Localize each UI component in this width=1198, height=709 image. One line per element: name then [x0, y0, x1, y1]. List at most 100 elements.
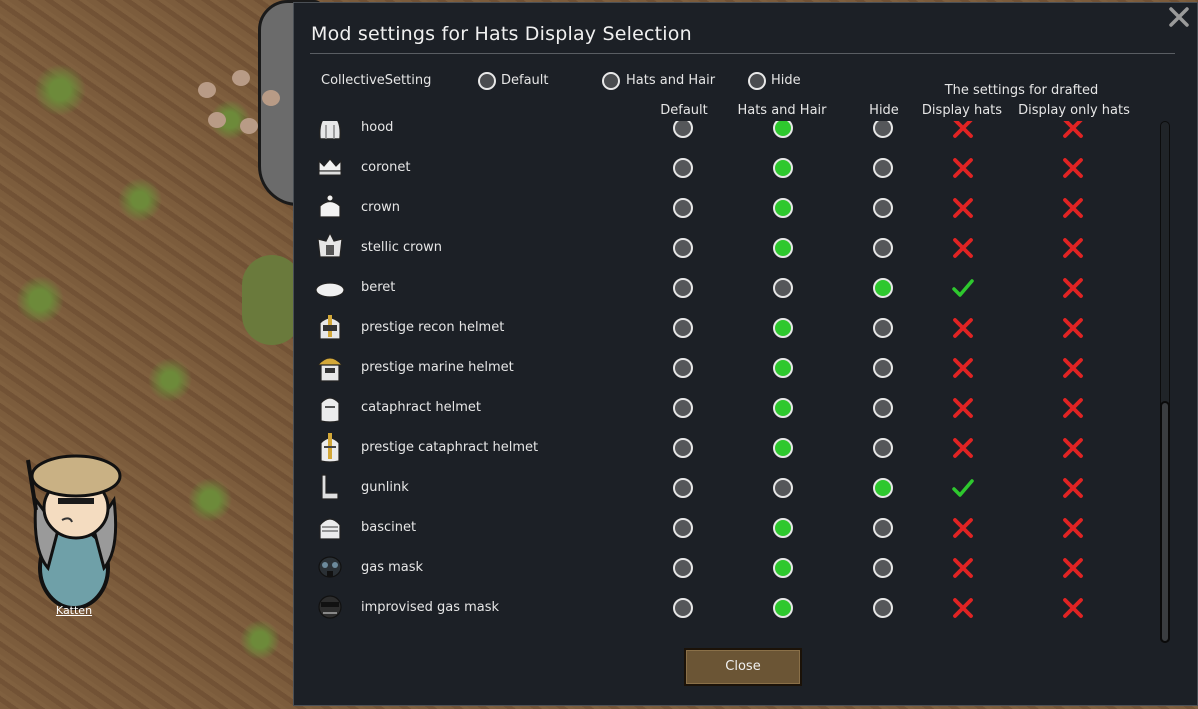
hat-label: beret [361, 280, 396, 295]
beret-display-only-hats-cross-icon[interactable] [1062, 277, 1084, 299]
prestige-marine-helmet-hats-and-hair-radio[interactable] [773, 358, 793, 378]
mod-settings-dialog: Mod settings for Hats Display Selection … [293, 2, 1198, 706]
stellic-crown-default-radio[interactable] [673, 238, 693, 258]
hood-default-radio[interactable] [673, 121, 693, 138]
hat-label: stellic crown [361, 240, 443, 255]
gas-mask-display-hats-cross-icon[interactable] [952, 557, 974, 579]
crown-display-only-hats-cross-icon[interactable] [1062, 197, 1084, 219]
prestige-recon-helmet-default-radio[interactable] [673, 318, 693, 338]
hood-display-hats-cross-icon[interactable] [952, 121, 974, 139]
beret-default-radio[interactable] [673, 278, 693, 298]
gas-mask-icon [318, 556, 342, 578]
improvised-gas-mask-hide-radio[interactable] [873, 598, 893, 618]
gunlink-display-only-hats-cross-icon[interactable] [1062, 477, 1084, 499]
prestige-recon-helmet-hats-and-hair-radio[interactable] [773, 318, 793, 338]
collective-default-label: Default [501, 73, 549, 88]
gas-mask-default-radio[interactable] [673, 558, 693, 578]
hat-row-cataphract-helmet: cataphract helmet [294, 387, 1154, 427]
prestige-marine-helmet-default-radio[interactable] [673, 358, 693, 378]
prestige-cataphract-helmet-icon [320, 433, 340, 463]
gunlink-default-radio[interactable] [673, 478, 693, 498]
beret-hide-radio[interactable] [873, 278, 893, 298]
coronet-hats-and-hair-radio[interactable] [773, 158, 793, 178]
gas-mask-display-only-hats-cross-icon[interactable] [1062, 557, 1084, 579]
cataphract-helmet-display-hats-cross-icon[interactable] [952, 397, 974, 419]
improvised-gas-mask-display-hats-cross-icon[interactable] [952, 597, 974, 619]
prestige-cataphract-helmet-display-only-hats-cross-icon[interactable] [1062, 437, 1084, 459]
crown-hide-radio[interactable] [873, 198, 893, 218]
hat-label: coronet [361, 160, 411, 175]
cataphract-helmet-hats-and-hair-radio[interactable] [773, 398, 793, 418]
bascinet-hats-and-hair-radio[interactable] [773, 518, 793, 538]
hat-settings-list: hood coronet crown stellic crown beret presti… [294, 121, 1154, 631]
hat-row-crown: crown [294, 187, 1154, 227]
stellic-crown-hide-radio[interactable] [873, 238, 893, 258]
stellic-crown-display-only-hats-cross-icon[interactable] [1062, 237, 1084, 259]
hat-row-bascinet: bascinet [294, 507, 1154, 547]
improvised-gas-mask-display-only-hats-cross-icon[interactable] [1062, 597, 1084, 619]
column-header-default: Default [660, 103, 708, 118]
bascinet-display-hats-cross-icon[interactable] [952, 517, 974, 539]
collective-hide-radio[interactable] [748, 72, 766, 90]
crown-display-hats-cross-icon[interactable] [952, 197, 974, 219]
prestige-recon-helmet-display-hats-cross-icon[interactable] [952, 317, 974, 339]
prestige-recon-helmet-hide-radio[interactable] [873, 318, 893, 338]
gunlink-hats-and-hair-radio[interactable] [773, 478, 793, 498]
coronet-display-hats-cross-icon[interactable] [952, 157, 974, 179]
stellic-crown-display-hats-cross-icon[interactable] [952, 237, 974, 259]
hood-icon [318, 121, 342, 140]
prestige-marine-helmet-display-only-hats-cross-icon[interactable] [1062, 357, 1084, 379]
bascinet-display-only-hats-cross-icon[interactable] [1062, 517, 1084, 539]
hood-hide-radio[interactable] [873, 121, 893, 138]
collective-hide-label: Hide [771, 73, 801, 88]
improvised-gas-mask-default-radio[interactable] [673, 598, 693, 618]
hat-row-improvised-gas-mask: improvised gas mask [294, 587, 1154, 627]
scrollbar-thumb[interactable] [1160, 401, 1170, 643]
colonist-pawn[interactable] [22, 440, 132, 610]
bascinet-hide-radio[interactable] [873, 518, 893, 538]
prestige-cataphract-helmet-display-hats-cross-icon[interactable] [952, 437, 974, 459]
hood-hats-and-hair-radio[interactable] [773, 121, 793, 138]
hood-display-only-hats-cross-icon[interactable] [1062, 121, 1084, 139]
close-button[interactable]: Close [684, 648, 802, 686]
coronet-hide-radio[interactable] [873, 158, 893, 178]
gunlink-display-hats-check-icon[interactable] [952, 477, 974, 499]
pebble [208, 112, 226, 128]
hat-row-coronet: coronet [294, 147, 1154, 187]
coronet-default-radio[interactable] [673, 158, 693, 178]
improvised-gas-mask-hats-and-hair-radio[interactable] [773, 598, 793, 618]
prestige-cataphract-helmet-hats-and-hair-radio[interactable] [773, 438, 793, 458]
bascinet-icon [319, 518, 341, 540]
colonist-name[interactable]: Katten [0, 604, 148, 617]
prestige-marine-helmet-display-hats-cross-icon[interactable] [952, 357, 974, 379]
close-icon[interactable] [1167, 5, 1191, 29]
hat-label: improvised gas mask [361, 600, 500, 615]
prestige-recon-helmet-display-only-hats-cross-icon[interactable] [1062, 317, 1084, 339]
beret-hats-and-hair-radio[interactable] [773, 278, 793, 298]
column-header-hide: Hide [869, 103, 899, 118]
crown-default-radio[interactable] [673, 198, 693, 218]
cataphract-helmet-display-only-hats-cross-icon[interactable] [1062, 397, 1084, 419]
hat-label: hood [361, 121, 394, 135]
collective-default-radio[interactable] [478, 72, 496, 90]
hat-label: crown [361, 200, 401, 215]
beret-display-hats-check-icon[interactable] [952, 277, 974, 299]
hat-row-prestige-recon-helmet: prestige recon helmet [294, 307, 1154, 347]
stellic-crown-hats-and-hair-radio[interactable] [773, 238, 793, 258]
gas-mask-hats-and-hair-radio[interactable] [773, 558, 793, 578]
coronet-display-only-hats-cross-icon[interactable] [1062, 157, 1084, 179]
prestige-marine-helmet-hide-radio[interactable] [873, 358, 893, 378]
prestige-cataphract-helmet-hide-radio[interactable] [873, 438, 893, 458]
pebble [198, 82, 216, 98]
cataphract-helmet-default-radio[interactable] [673, 398, 693, 418]
recon-helmet-icon [319, 315, 341, 340]
cataphract-helmet-hide-radio[interactable] [873, 398, 893, 418]
prestige-cataphract-helmet-default-radio[interactable] [673, 438, 693, 458]
cataphract-helmet-icon [320, 397, 340, 423]
collective-hats-and-hair-radio[interactable] [602, 72, 620, 90]
gunlink-hide-radio[interactable] [873, 478, 893, 498]
bascinet-default-radio[interactable] [673, 518, 693, 538]
crown-hats-and-hair-radio[interactable] [773, 198, 793, 218]
hat-row-hood: hood [294, 121, 1154, 147]
gas-mask-hide-radio[interactable] [873, 558, 893, 578]
